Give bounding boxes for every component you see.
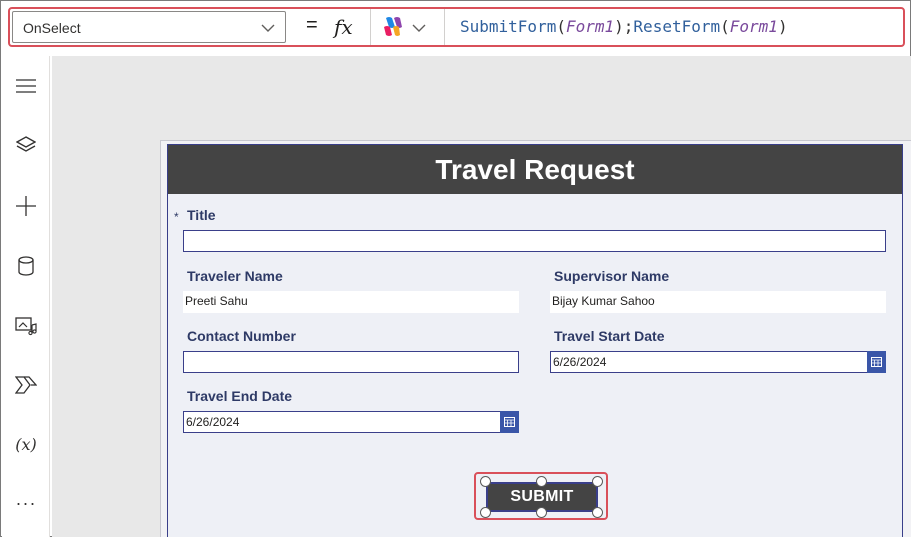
formula-input[interactable]: SubmitForm(Form1);ResetForm(Form1) [460,17,788,36]
submit-selection-highlight: SUBMIT [474,472,608,520]
resize-handle[interactable] [536,476,547,487]
date-value: 6/26/2024 [186,415,240,429]
canvas: Travel Request * Title Traveler Name Pre… [52,56,911,537]
database-icon [18,256,34,276]
formula-function: ResetForm [633,17,721,36]
travel-end-date-label: Travel End Date [187,388,293,404]
divider [370,9,371,45]
power-automate-icon [15,376,37,394]
formula-separator: ; [623,17,634,36]
property-dropdown[interactable]: OnSelect [12,11,286,43]
required-marker: * [174,210,179,224]
more-button[interactable]: ··· [2,488,50,518]
resize-handle[interactable] [536,507,547,518]
calendar-icon [504,417,515,427]
chevron-down-icon [412,24,426,32]
supervisor-name-field[interactable]: Bijay Kumar Sahoo [550,291,886,313]
contact-number-label: Contact Number [187,328,296,344]
formula-paren: ) [777,17,788,36]
formula-paren: ) [614,17,624,36]
media-button[interactable] [2,311,50,341]
tree-view-button[interactable] [2,130,50,160]
layers-icon [16,136,36,152]
calendar-icon [871,357,882,367]
title-label: Title [187,207,216,223]
travel-start-date-label: Travel Start Date [554,328,665,344]
contact-number-input[interactable] [183,351,519,373]
more-icon: ··· [15,492,37,513]
resize-handle[interactable] [480,476,491,487]
copilot-icon [384,17,402,36]
data-button[interactable] [2,251,50,281]
travel-end-date-picker[interactable]: 6/26/2024 [183,411,519,433]
calendar-button[interactable] [867,351,886,373]
resize-handle[interactable] [592,507,603,518]
formula-function: SubmitForm [460,17,557,36]
variables-icon: (x) [15,434,37,454]
copilot-button[interactable] [380,15,430,39]
formula-bar: OnSelect = fx SubmitForm(Form1);ResetFor… [8,7,905,47]
divider [444,9,445,45]
formula-paren: ( [720,17,730,36]
resize-handle[interactable] [480,507,491,518]
traveler-name-label: Traveler Name [187,268,283,284]
travel-start-date-picker[interactable]: 6/26/2024 [550,351,886,373]
travel-request-form[interactable]: Travel Request * Title Traveler Name Pre… [167,144,903,537]
title-input[interactable] [183,230,886,252]
app-window: OnSelect = fx SubmitForm(Form1);ResetFor… [0,0,911,537]
formula-argument: Form1 [729,17,778,36]
supervisor-name-label: Supervisor Name [554,268,670,284]
power-automate-button[interactable] [2,370,50,400]
formula-paren: ( [556,17,566,36]
insert-button[interactable] [2,191,50,221]
resize-handle[interactable] [592,476,603,487]
plus-icon [16,196,36,216]
media-icon [15,317,37,336]
equals-sign: = [306,14,318,36]
fx-icon[interactable]: fx [334,15,353,39]
property-value: OnSelect [23,20,81,36]
date-value: 6/26/2024 [553,355,607,369]
variables-button[interactable]: (x) [2,429,50,459]
form-title: Travel Request [168,145,902,194]
hamburger-icon [16,79,36,93]
calendar-button[interactable] [500,411,519,433]
chevron-down-icon [261,24,275,32]
left-rail: (x) ··· [2,56,50,537]
traveler-name-field[interactable]: Preeti Sahu [183,291,519,313]
equals-fx-group: = fx [292,11,370,43]
formula-argument: Form1 [565,17,615,36]
menu-button[interactable] [2,71,50,101]
